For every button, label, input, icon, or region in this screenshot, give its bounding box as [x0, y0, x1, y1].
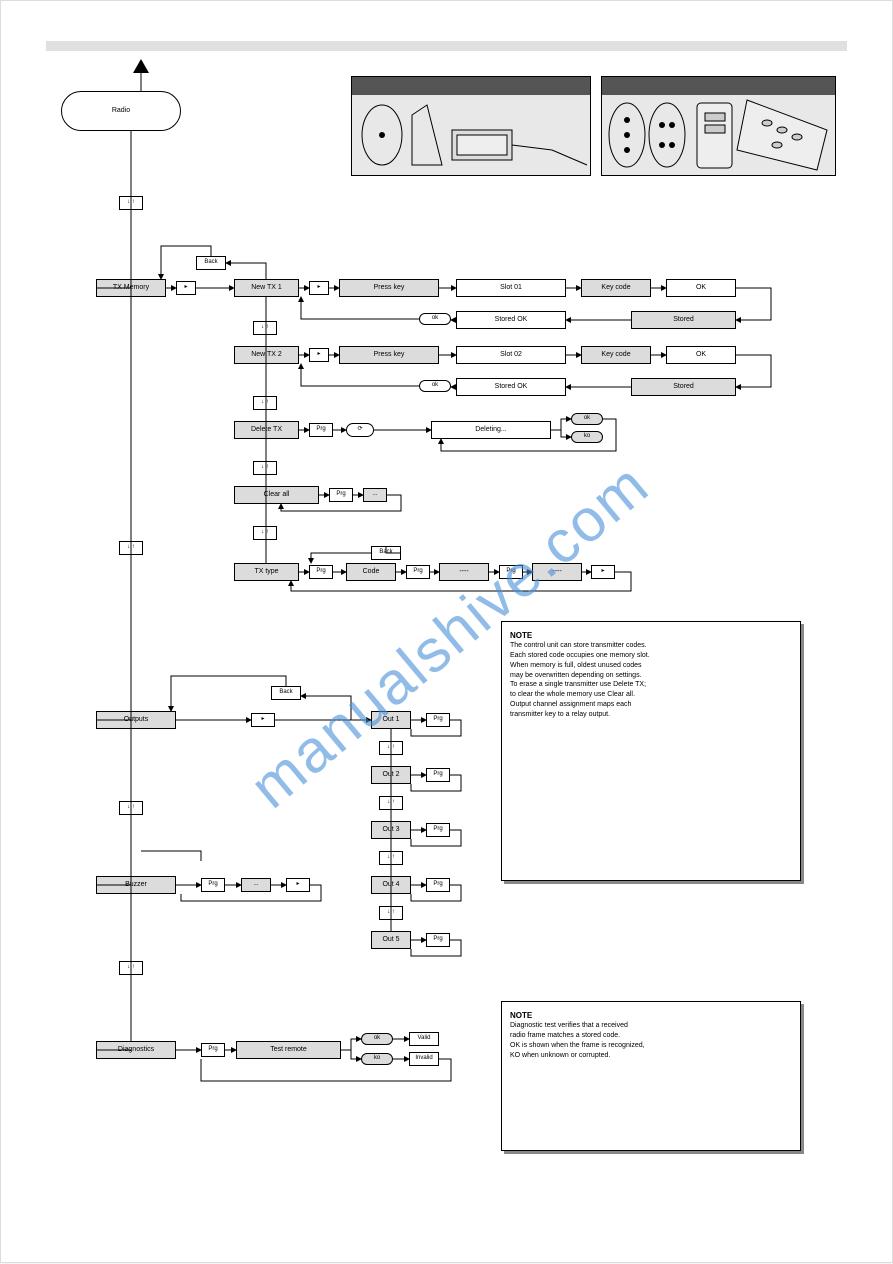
ko-pill-diag: ko	[361, 1053, 393, 1065]
stored-gray-1: Stored	[631, 311, 736, 329]
root-arrowhead	[133, 59, 149, 73]
buzz-g: ...	[241, 878, 271, 892]
clear-all: Clear all	[234, 486, 319, 504]
illustration-antenna	[351, 76, 591, 176]
out-5: Out 5	[371, 931, 411, 949]
buzzer: Buzzer	[96, 876, 176, 894]
prg-out-4: Prg	[426, 878, 450, 892]
prg-r3: Prg	[309, 423, 333, 437]
tx-memory: TX Memory	[96, 279, 166, 297]
info2-line-0: Diagnostic test verifies that a received	[510, 1021, 792, 1031]
info-note-1: NOTE The control unit can store transmit…	[501, 621, 801, 881]
out-1: Out 1	[371, 711, 411, 729]
info1-line-6: Output channel assignment maps each	[510, 700, 792, 710]
diagnostics: Diagnostics	[96, 1041, 176, 1059]
keycode-2: Key code	[581, 346, 651, 364]
nav-arrows-2: ↓ ↑	[119, 541, 143, 555]
stored-ok-2: Stored OK	[456, 378, 566, 396]
keycode-1: Key code	[581, 279, 651, 297]
ok-far-1: OK	[666, 279, 736, 297]
prg-r5-2: Prg	[499, 565, 523, 579]
ok-pill-diag: ok	[361, 1033, 393, 1045]
prg-r2: ▸	[309, 348, 329, 362]
nav-sub-3: ↓ ↑	[253, 461, 277, 475]
prg-buzz: Prg	[201, 878, 225, 892]
info2-line-1: radio frame matches a stored code.	[510, 1031, 792, 1041]
deleting-label: Deleting...	[431, 421, 551, 439]
nav-out-2: ↓ ↑	[379, 796, 403, 810]
nav-sub-4: ↓ ↑	[253, 526, 277, 540]
ko-pill-r3: ko	[571, 431, 603, 443]
info1-title: NOTE	[510, 630, 792, 641]
new-tx-2: New TX 2	[234, 346, 299, 364]
prg-r1b: ▸	[309, 281, 329, 295]
page: Radio ↓	[0, 0, 893, 1263]
info1-line-2: When memory is full, oldest unused codes	[510, 661, 792, 671]
outputs-title: Outputs	[96, 711, 176, 729]
info1-line-3: may be overwritten depending on settings…	[510, 671, 792, 681]
test-remote: Test remote	[236, 1041, 341, 1059]
out-2: Out 2	[371, 766, 411, 784]
nav-out-1: ↓ ↑	[379, 741, 403, 755]
stored-gray-2: Stored	[631, 378, 736, 396]
info1-line-4: To erase a single transmitter use Delete…	[510, 680, 792, 690]
prg-diag: Prg	[201, 1043, 225, 1057]
out-3: Out 3	[371, 821, 411, 839]
slot-01: Slot 01	[456, 279, 566, 297]
nav-sub-2: ↓ ↑	[253, 396, 277, 410]
prg-out-3: Prg	[426, 823, 450, 837]
ok-pill-r3: ok	[571, 413, 603, 425]
prg-r4: Prg	[329, 488, 353, 502]
illustration-remotes	[601, 76, 836, 176]
info2-title: NOTE	[510, 1010, 792, 1021]
prg-out-2: Prg	[426, 768, 450, 782]
nav-sub-1: ↓ ↑	[253, 321, 277, 335]
type-code: Code	[346, 563, 396, 581]
esc-r5: Back	[371, 546, 401, 560]
info1-line-7: transmitter key to a relay output.	[510, 710, 792, 720]
info-note-2: NOTE Diagnostic test verifies that a rec…	[501, 1001, 801, 1151]
info1-line-1: Each stored code occupies one memory slo…	[510, 651, 792, 661]
clock-icon: ⟳	[346, 423, 374, 437]
nav-arrows-4: ↓ ↑	[119, 961, 143, 975]
slot-02: Slot 02	[456, 346, 566, 364]
info1-line-5: to clear the whole memory use Clear all.	[510, 690, 792, 700]
nav-out-3: ↓ ↑	[379, 851, 403, 865]
diag-ok-label: Valid	[409, 1032, 439, 1046]
ok-pill-2: ok	[419, 380, 451, 392]
info2-line-3: KO when unknown or corrupted.	[510, 1051, 792, 1061]
prg-out-5: Prg	[426, 933, 450, 947]
prg-outputs-root: ▸	[251, 713, 275, 727]
prg-r1a: ▸	[176, 281, 196, 295]
prg-buzz-2: ▸	[286, 878, 310, 892]
nav-arrows-3: ↓ ↑	[119, 801, 143, 815]
prg-out-1: Prg	[426, 713, 450, 727]
header-bar	[46, 41, 847, 51]
esc-outputs: Back	[271, 686, 301, 700]
prg-r5-3: ▸	[591, 565, 615, 579]
esc-box-r1: Back	[196, 256, 226, 270]
prg-r5-0: Prg	[309, 565, 333, 579]
info1-line-0: The control unit can store transmitter c…	[510, 641, 792, 651]
clear-btn: ...	[363, 488, 387, 502]
press-key-1: Press key	[339, 279, 439, 297]
root-radio: Radio	[61, 91, 181, 131]
type-2: ----	[439, 563, 489, 581]
ok-far-2: OK	[666, 346, 736, 364]
diag-ko-label: Invalid	[409, 1052, 439, 1066]
new-tx-1: New TX 1	[234, 279, 299, 297]
nav-out-4: ↓ ↑	[379, 906, 403, 920]
prg-r5-1: Prg	[406, 565, 430, 579]
info2-line-2: OK is shown when the frame is recognized…	[510, 1041, 792, 1051]
stored-ok-1: Stored OK	[456, 311, 566, 329]
type-3: ----	[532, 563, 582, 581]
out-4: Out 4	[371, 876, 411, 894]
delete-tx: Delete TX	[234, 421, 299, 439]
nav-arrows-1: ↓ ↑	[119, 196, 143, 210]
press-key-2: Press key	[339, 346, 439, 364]
tx-type: TX type	[234, 563, 299, 581]
ok-pill-1: ok	[419, 313, 451, 325]
